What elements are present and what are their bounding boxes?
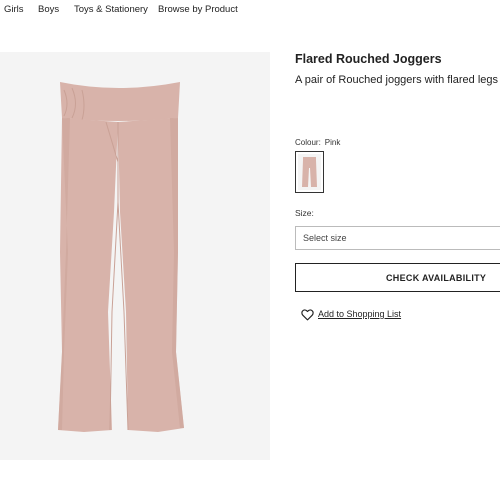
product-description: A pair of Rouched joggers with flared le…	[295, 74, 499, 86]
nav-item-browse-by-product[interactable]: Browse by Product	[158, 4, 238, 15]
header-band	[0, 22, 500, 52]
flared-joggers-illustration	[58, 82, 184, 432]
colour-value: Pink	[324, 138, 341, 147]
colour-label: Colour: Pink	[295, 138, 340, 147]
colour-swatch-pink[interactable]	[295, 151, 324, 193]
colour-label-text: Colour:	[295, 138, 321, 147]
check-availability-label: CHECK AVAILABILITY	[386, 273, 487, 283]
check-availability-button[interactable]: CHECK AVAILABILITY	[295, 263, 500, 292]
nav-item-toys-stationery[interactable]: Toys & Stationery	[74, 4, 148, 15]
product-page: Girls Boys Toys & Stationery Browse by P…	[0, 0, 500, 500]
heart-icon	[301, 309, 314, 321]
size-select[interactable]: Select size	[295, 226, 500, 250]
add-to-shopping-list-label: Add to Shopping List	[318, 309, 402, 319]
product-image	[0, 52, 270, 460]
product-title: Flared Rouched Joggers	[295, 52, 442, 66]
size-label: Size:	[295, 208, 314, 218]
size-select-placeholder: Select size	[303, 233, 347, 243]
swatch-thumbnail-icon	[298, 154, 321, 190]
nav-item-boys[interactable]: Boys	[38, 4, 59, 15]
nav-item-girls[interactable]: Girls	[4, 4, 24, 15]
top-navigation: Girls Boys Toys & Stationery Browse by P…	[0, 0, 500, 22]
